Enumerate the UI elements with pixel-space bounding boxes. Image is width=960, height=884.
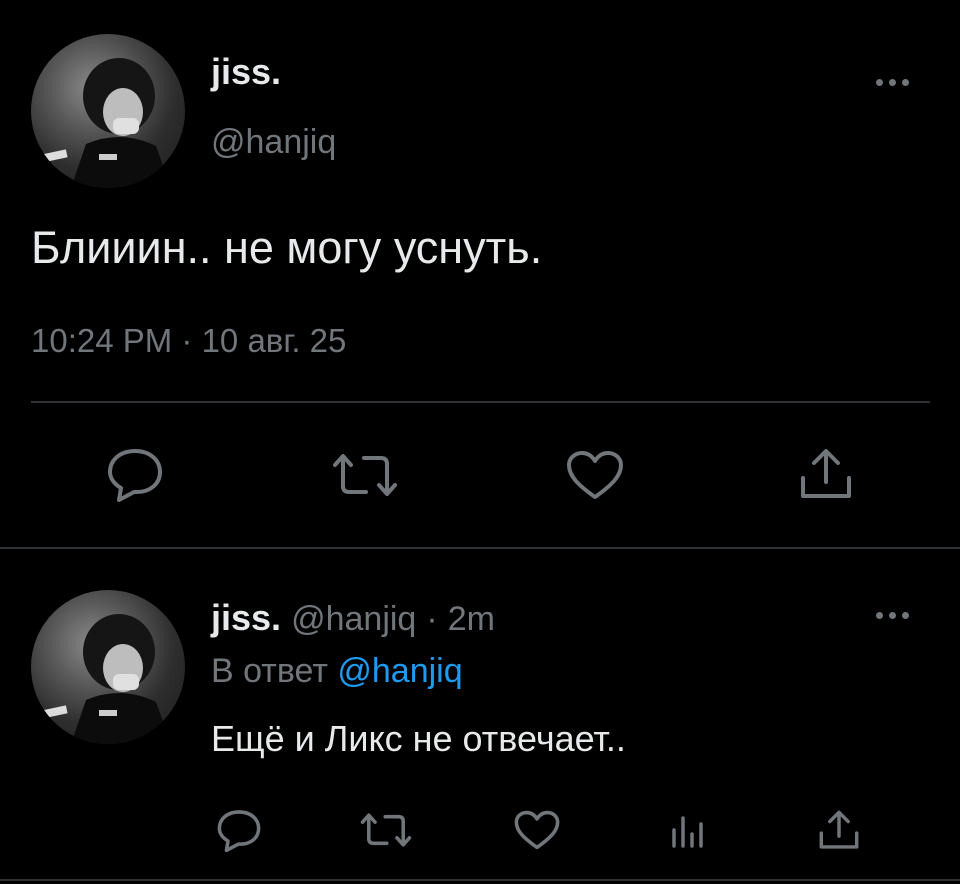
separator: · [426,600,438,638]
reply-context: В ответ @hanjiq [211,650,463,692]
share-icon[interactable] [818,810,860,850]
tweet-timestamp: 10:24 PM · 10 авг. 25 [31,322,347,359]
reply-icon[interactable] [106,446,164,502]
tweet-text: Блииин.. не могу уснуть. [31,222,543,273]
bottom-divider [0,879,960,881]
more-options-icon[interactable] [876,612,909,619]
avatar[interactable] [31,34,185,188]
reply-prefix: В ответ [211,652,328,690]
avatar[interactable] [31,590,185,744]
reply-header: jiss. @hanjiq · 2m [211,596,495,641]
more-options-icon[interactable] [876,79,909,86]
avatar-image [40,614,171,744]
tweet-text: Ещё и Ликс не отвечает.. [211,718,626,759]
tweet-time: 2m [447,600,495,638]
user-handle[interactable]: @hanjiq [211,122,336,162]
retweet-icon[interactable] [360,812,412,848]
user-handle[interactable]: @hanjiq [291,600,416,638]
section-divider [0,547,960,549]
avatar-image [40,58,171,188]
reply-to-link[interactable]: @hanjiq [337,652,462,690]
display-name[interactable]: jiss. [211,50,281,94]
retweet-icon[interactable] [332,452,398,498]
like-icon[interactable] [514,810,560,850]
reply-icon[interactable] [216,808,262,852]
like-icon[interactable] [566,450,624,500]
display-name[interactable]: jiss. [211,597,281,638]
share-icon[interactable] [799,448,853,500]
divider [31,401,930,403]
analytics-icon[interactable] [668,808,708,848]
